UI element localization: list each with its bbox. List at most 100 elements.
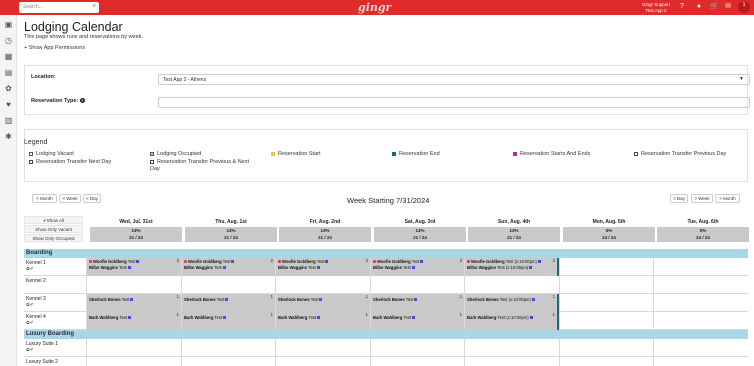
day-header: Tue, Aug. 6th 0% 24 / 24 bbox=[657, 219, 749, 242]
next-day-button[interactable]: > Day bbox=[670, 194, 688, 203]
notification-icon[interactable]: 1 bbox=[738, 1, 750, 13]
calendar-cell[interactable] bbox=[465, 339, 560, 357]
prev-day-button[interactable]: < Day bbox=[83, 194, 101, 203]
end-swatch bbox=[392, 151, 396, 156]
calendar-cell[interactable]: Woofie Goldberg Test (x:10:00pm) 2 Bilbo W… bbox=[465, 258, 560, 276]
alert-icon bbox=[184, 260, 187, 264]
reservation-type-select[interactable] bbox=[158, 97, 750, 108]
calendar-cell[interactable] bbox=[560, 357, 654, 366]
search-input[interactable]: Search... ⌕ bbox=[19, 2, 99, 13]
location-select[interactable]: Test App 2 - Athens ▼ bbox=[158, 74, 750, 85]
calendar-cell[interactable] bbox=[654, 276, 748, 294]
calendar-cell[interactable] bbox=[276, 339, 371, 357]
start-end-swatch bbox=[513, 151, 517, 156]
occupancy-box: 13% 21 / 24 bbox=[468, 227, 560, 242]
settings-icon[interactable]: ● bbox=[695, 3, 703, 11]
prev-week-button[interactable]: < Week bbox=[59, 194, 81, 203]
alert-icon bbox=[278, 260, 281, 264]
next-week-button[interactable]: > Week bbox=[691, 194, 713, 203]
calendar-cell[interactable]: Sherlock Bones Test 1 bbox=[276, 294, 371, 312]
calendar-cell[interactable]: Woofie Goldberg Test 2 Bilbo Waggins Test bbox=[87, 258, 182, 276]
row-label[interactable]: Luxury Suite 1 ✿✐ bbox=[24, 339, 87, 357]
flag-icon bbox=[529, 316, 533, 320]
pet-icon: ✿✐ bbox=[26, 266, 34, 271]
alert-icon bbox=[467, 260, 470, 264]
calendar-cell[interactable] bbox=[276, 357, 371, 366]
show-all-button[interactable]: ✔Show All bbox=[24, 216, 83, 224]
calendar-cell[interactable]: Sherlock Bones Test 1 bbox=[87, 294, 182, 312]
cart-icon[interactable]: 🛒 bbox=[710, 3, 719, 11]
calendar-cell[interactable] bbox=[654, 339, 748, 357]
calendar-cell[interactable]: Sherlock Bones Test 1 bbox=[182, 294, 276, 312]
calendar-cell[interactable] bbox=[654, 312, 748, 330]
calendar-cell[interactable] bbox=[87, 357, 182, 366]
user-menu[interactable]: Gingr Support Test App 2 bbox=[636, 2, 676, 13]
flag-icon bbox=[537, 260, 541, 264]
calendar-cell[interactable] bbox=[182, 339, 276, 357]
show-app-permissions[interactable]: + Show App Permissions bbox=[24, 45, 85, 51]
calendar-cell[interactable] bbox=[371, 339, 465, 357]
calendar-cell[interactable]: Bark Wahlberg Test 1 bbox=[182, 312, 276, 330]
day-header: Sat, Aug. 3rd 13% 21 / 24 bbox=[374, 219, 466, 242]
prev-month-button[interactable]: < Month bbox=[32, 194, 57, 203]
occupancy-box: 13% 21 / 24 bbox=[279, 227, 371, 242]
calendar-cell[interactable] bbox=[560, 294, 654, 312]
show-occupied-button[interactable]: Show Only Occupied bbox=[24, 234, 83, 242]
calendar-cell[interactable] bbox=[560, 276, 654, 294]
vacant-swatch bbox=[29, 151, 33, 156]
row-label[interactable]: Luxury Suite 2 bbox=[24, 357, 87, 366]
calendar-cell[interactable] bbox=[87, 339, 182, 357]
reports-icon[interactable]: ▥ bbox=[4, 116, 13, 125]
calendar-cell[interactable]: Bark Wahlberg Test 1 bbox=[87, 312, 182, 330]
show-vacant-button[interactable]: Show Only Vacant bbox=[24, 225, 83, 233]
calendar-cell[interactable]: Woofie Goldberg Test 2 Bilbo Waggins Test bbox=[182, 258, 276, 276]
calendar-cell[interactable] bbox=[182, 276, 276, 294]
row-label[interactable]: Kennel 4 ✿✐ bbox=[24, 312, 87, 330]
calendar-cell[interactable] bbox=[465, 357, 560, 366]
calendar-cell[interactable] bbox=[654, 258, 748, 276]
row-label[interactable]: Kennel 2 bbox=[24, 276, 87, 294]
clock-icon[interactable]: ◷ bbox=[4, 36, 13, 45]
legend-item: Reservation End bbox=[392, 151, 440, 158]
start-swatch bbox=[271, 151, 275, 156]
legend-item: Reservation Transfer Next Day bbox=[29, 159, 111, 166]
flag-icon bbox=[223, 316, 227, 320]
calendar-cell[interactable] bbox=[654, 357, 748, 366]
row-label[interactable]: Kennel 3 ✿✐ bbox=[24, 294, 87, 312]
flag-icon bbox=[136, 260, 140, 264]
lodging-icon[interactable]: ▤ bbox=[4, 68, 13, 77]
row-label[interactable]: Kennel 1 ✿✐ bbox=[24, 258, 87, 276]
calendar-cell[interactable] bbox=[276, 276, 371, 294]
legend-item: Reservation Transfer Previous Day bbox=[634, 151, 726, 158]
chat-icon[interactable]: ✉ bbox=[724, 3, 732, 11]
next-month-button[interactable]: > Month bbox=[715, 194, 740, 203]
dashboard-icon[interactable]: ▣ bbox=[4, 20, 13, 29]
calendar-cell[interactable] bbox=[560, 339, 654, 357]
calendar-cell[interactable] bbox=[465, 276, 560, 294]
day-header: Wed, Jul. 31st 13% 21 / 24 bbox=[90, 219, 182, 242]
sidebar: ▣ ◷ ▦ ▤ ✿ ♥ ▥ ✱ bbox=[0, 15, 17, 366]
calendar-cell[interactable] bbox=[560, 312, 654, 330]
help-icon[interactable]: ? bbox=[678, 3, 686, 11]
flag-icon bbox=[316, 266, 320, 270]
calendar-cell[interactable] bbox=[654, 294, 748, 312]
location-label: Location: bbox=[31, 74, 56, 80]
heart-icon[interactable]: ♥ bbox=[4, 100, 13, 109]
admin-icon[interactable]: ✱ bbox=[4, 132, 13, 141]
calendar-cell[interactable] bbox=[371, 357, 465, 366]
calendar-cell[interactable]: Bark Wahlberg Test 1 bbox=[276, 312, 371, 330]
legend-title: Legend bbox=[24, 139, 48, 146]
calendar-cell[interactable]: Bark Wahlberg Test 1 bbox=[371, 312, 465, 330]
calendar-cell[interactable]: Woofie Goldberg Test 2 Bilbo Waggins Test bbox=[276, 258, 371, 276]
calendar-icon[interactable]: ▦ bbox=[4, 52, 13, 61]
calendar-cell[interactable]: Woofie Goldberg Test 2 Bilbo Waggins Test bbox=[371, 258, 465, 276]
calendar-cell[interactable]: Bark Wahlberg Test (x:10:00pm) 1 bbox=[465, 312, 560, 330]
paw-icon[interactable]: ✿ bbox=[4, 84, 13, 93]
calendar-cell[interactable]: Sherlock Bones Test 1 bbox=[371, 294, 465, 312]
calendar-cell[interactable] bbox=[87, 276, 182, 294]
gingr-logo[interactable]: gingr bbox=[358, 0, 391, 15]
calendar-cell[interactable] bbox=[182, 357, 276, 366]
calendar-cell[interactable] bbox=[560, 258, 654, 276]
calendar-cell[interactable] bbox=[371, 276, 465, 294]
calendar-cell[interactable]: Sherlock Bones Test (x:10:00pm) 1 bbox=[465, 294, 560, 312]
